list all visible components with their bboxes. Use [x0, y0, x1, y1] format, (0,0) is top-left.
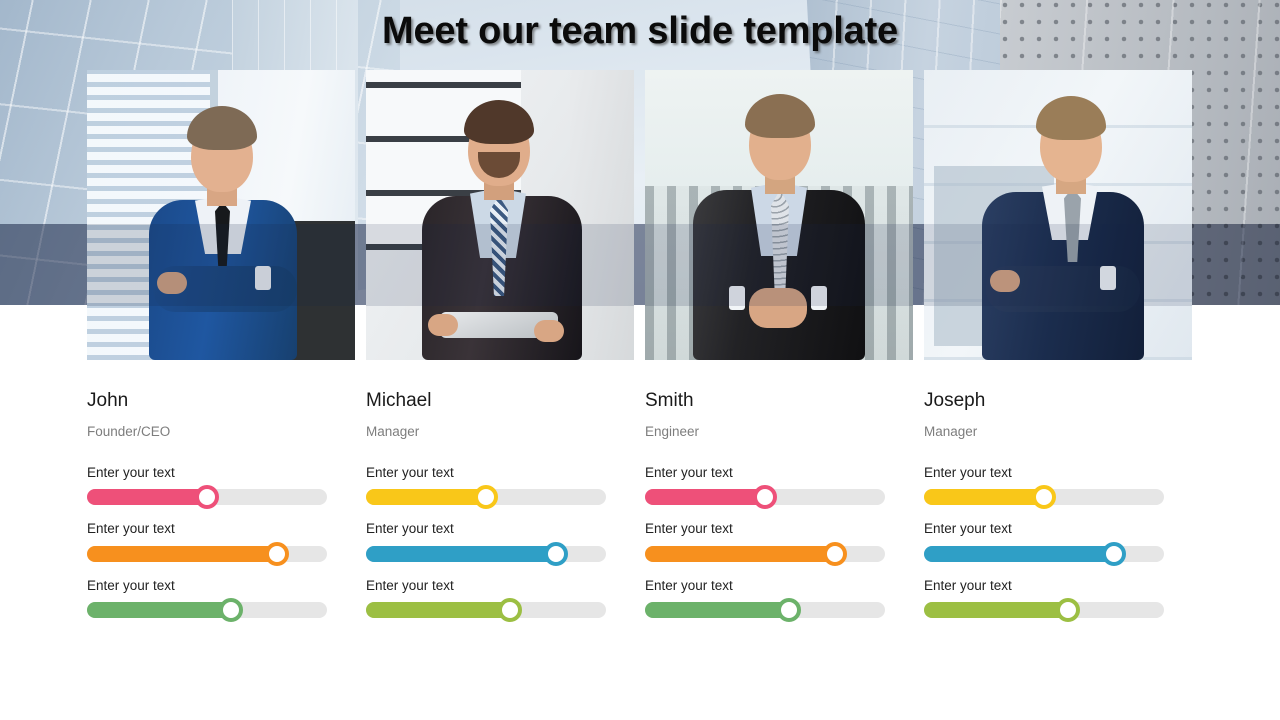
skill-knob[interactable]: [822, 541, 847, 566]
skill-fill: [366, 545, 556, 562]
skill-knob[interactable]: [219, 598, 243, 622]
skill-fill: [87, 545, 277, 562]
team-member-card: Smith Engineer Enter your text Enter you…: [645, 70, 913, 622]
skill-item: Enter your text: [87, 464, 355, 509]
member-photo: [645, 70, 913, 360]
skill-item: Enter your text: [87, 521, 355, 566]
skill-knob[interactable]: [1032, 485, 1056, 509]
member-photo: [924, 70, 1192, 360]
member-skill-list: Enter your text Enter your text Enter yo…: [366, 464, 634, 622]
skill-label: Enter your text: [87, 464, 175, 480]
skill-item: Enter your text: [366, 464, 634, 509]
skill-label: Enter your text: [366, 521, 454, 536]
skill-label: Enter your text: [924, 521, 1012, 536]
photo-person: [87, 70, 355, 360]
skill-slider[interactable]: [645, 598, 885, 622]
skill-fill: [87, 489, 207, 505]
skill-item: Enter your text: [366, 577, 634, 622]
photo-hand: [428, 314, 458, 336]
member-name: Joseph: [924, 390, 986, 411]
skill-fill: [87, 602, 231, 618]
photo-hair: [187, 106, 257, 150]
photo-person: [366, 70, 634, 360]
skill-fill: [924, 489, 1044, 505]
member-skill-list: Enter your text Enter your text Enter yo…: [87, 464, 355, 622]
member-name: Michael: [366, 390, 432, 411]
skill-knob[interactable]: [1101, 541, 1126, 566]
photo-person: [924, 70, 1192, 360]
skill-fill: [366, 489, 486, 505]
skill-label: Enter your text: [87, 521, 175, 536]
skill-label: Enter your text: [645, 464, 733, 480]
member-role: Engineer: [645, 424, 700, 439]
member-skill-list: Enter your text Enter your text Enter yo…: [924, 464, 1192, 622]
skill-knob[interactable]: [753, 485, 777, 509]
member-role: Founder/CEO: [87, 424, 171, 439]
skill-item: Enter your text: [645, 521, 913, 566]
team-member-grid: John Founder/CEO Enter your text Enter y…: [0, 0, 1280, 720]
skill-slider[interactable]: [366, 485, 606, 509]
team-slide: Meet our team slide template John Founde…: [0, 0, 1280, 720]
skill-slider[interactable]: [645, 541, 885, 566]
team-member-card: Joseph Manager Enter your text Enter you…: [924, 70, 1192, 622]
skill-fill: [924, 602, 1068, 618]
skill-label: Enter your text: [87, 577, 175, 593]
skill-knob[interactable]: [195, 485, 219, 509]
skill-slider[interactable]: [87, 485, 327, 509]
skill-knob[interactable]: [777, 598, 801, 622]
member-role: Manager: [924, 424, 978, 439]
skill-slider[interactable]: [87, 541, 327, 566]
skill-item: Enter your text: [645, 464, 913, 509]
skill-slider[interactable]: [645, 485, 885, 509]
skill-slider[interactable]: [87, 598, 327, 622]
skill-slider[interactable]: [924, 598, 1164, 622]
skill-slider[interactable]: [924, 541, 1164, 566]
skill-item: Enter your text: [924, 577, 1192, 622]
skill-fill: [645, 489, 765, 505]
skill-fill: [645, 602, 789, 618]
skill-item: Enter your text: [366, 521, 634, 566]
member-photo: [87, 70, 355, 360]
page-title: Meet our team slide template: [382, 10, 898, 52]
photo-person: [645, 70, 913, 360]
skill-label: Enter your text: [924, 464, 1012, 480]
photo-stripe-overlay: [645, 224, 913, 306]
skill-fill: [366, 602, 510, 618]
team-member-card: John Founder/CEO Enter your text Enter y…: [87, 70, 355, 622]
photo-stripe-overlay: [366, 224, 634, 306]
skill-item: Enter your text: [87, 577, 355, 622]
skill-label: Enter your text: [924, 577, 1012, 593]
member-name: Smith: [645, 390, 694, 411]
photo-hand: [534, 320, 564, 342]
skill-label: Enter your text: [645, 577, 733, 593]
skill-label: Enter your text: [366, 577, 454, 593]
skill-item: Enter your text: [645, 577, 913, 622]
photo-hair: [1036, 96, 1106, 140]
skill-slider[interactable]: [366, 598, 606, 622]
photo-stripe-overlay: [924, 224, 1192, 306]
team-member-card: Michael Manager Enter your text Enter yo…: [366, 70, 634, 622]
photo-hair: [464, 100, 534, 144]
skill-item: Enter your text: [924, 464, 1192, 509]
member-name: John: [87, 390, 129, 411]
photo-hair: [745, 94, 815, 138]
skill-knob[interactable]: [498, 598, 522, 622]
skill-knob[interactable]: [474, 485, 498, 509]
skill-fill: [924, 545, 1114, 562]
skill-slider[interactable]: [924, 485, 1164, 509]
skill-slider[interactable]: [366, 541, 606, 566]
skill-item: Enter your text: [924, 521, 1192, 566]
member-photo: [366, 70, 634, 360]
skill-fill: [645, 545, 835, 562]
skill-label: Enter your text: [366, 464, 454, 480]
member-role: Manager: [366, 424, 420, 439]
skill-knob[interactable]: [543, 541, 568, 566]
skill-knob[interactable]: [264, 541, 289, 566]
photo-stripe-overlay: [87, 224, 355, 306]
skill-label: Enter your text: [645, 521, 733, 536]
skill-knob[interactable]: [1056, 598, 1080, 622]
member-skill-list: Enter your text Enter your text Enter yo…: [645, 464, 913, 622]
